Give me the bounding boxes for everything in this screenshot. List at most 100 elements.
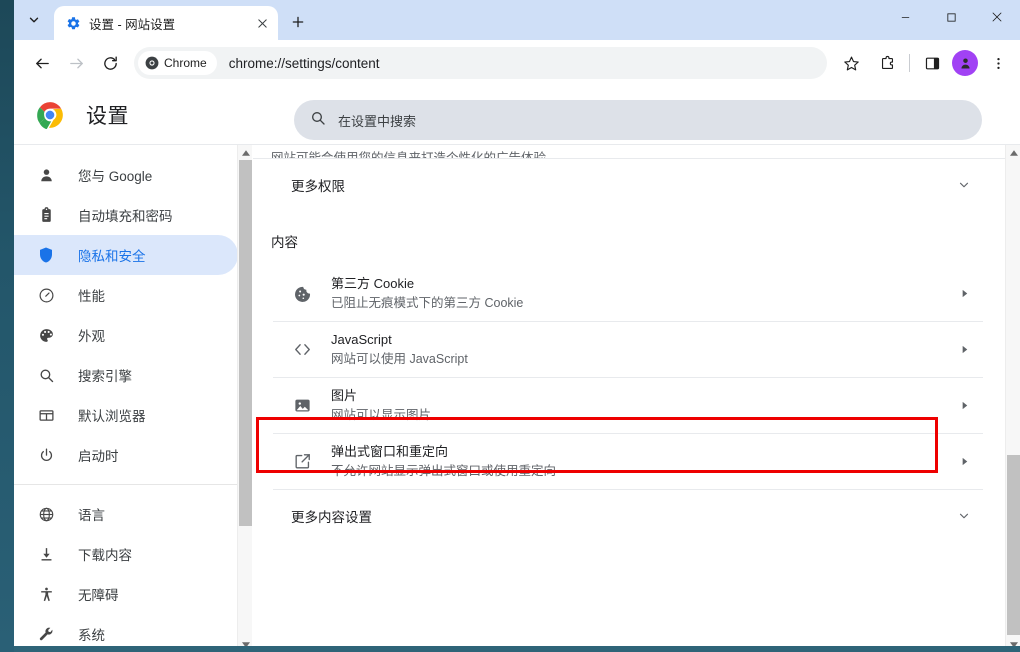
window-controls [882, 0, 1020, 34]
content-row-popups-redirects[interactable]: 弹出式窗口和重定向 不允许网站显示弹出式窗口或使用重定向 [273, 433, 983, 489]
person-icon [36, 165, 56, 185]
content-row-title: 图片 [331, 388, 358, 403]
main-scrollbar[interactable] [1005, 145, 1020, 646]
scroll-down-arrow[interactable] [238, 637, 252, 646]
sidebar-item-privacy-security[interactable]: 隐私和安全 [14, 235, 238, 275]
sidebar-divider [14, 484, 252, 485]
cookie-icon [291, 282, 313, 304]
settings-body: 您与 Google 自动填充和密码 隐私和安全 性能 外观 搜索引擎 默认浏览器… [14, 144, 1020, 646]
download-icon [36, 544, 56, 564]
content-row-javascript[interactable]: JavaScript 网站可以使用 JavaScript [273, 321, 983, 377]
content-row-third-party-cookies[interactable]: 第三方 Cookie 已阻止无痕模式下的第三方 Cookie [273, 265, 983, 321]
settings-search-input[interactable]: 在设置中搜索 [294, 100, 982, 140]
sidebar-item-autofill-passwords[interactable]: 自动填充和密码 [14, 195, 238, 235]
sidebar-item-label: 语言 [78, 508, 105, 523]
power-icon [36, 445, 56, 465]
side-panel-icon[interactable] [916, 47, 948, 79]
sidebar-item-system[interactable]: 系统 [14, 614, 238, 646]
content-settings-card: 第三方 Cookie 已阻止无痕模式下的第三方 Cookie JavaScrip… [273, 265, 983, 542]
sidebar-scrollbar-thumb[interactable] [239, 160, 252, 526]
image-icon [291, 395, 313, 417]
settings-main-content: 网站可能会使用您的信息来打造个性化的广告体验 更多权限 内容 第三方 Cooki… [252, 145, 1020, 646]
chrome-chip-icon [145, 56, 159, 70]
wrench-icon [36, 624, 56, 644]
chrome-chip-label: Chrome [164, 56, 207, 70]
content-row-subtitle: 网站可以显示图片 [331, 408, 432, 422]
browser-tab[interactable]: 设置 - 网站设置 [54, 6, 278, 40]
content-row-subtitle: 网站可以使用 JavaScript [331, 352, 468, 366]
sidebar-item-label: 启动时 [78, 449, 119, 464]
content-row-text: 第三方 Cookie 已阻止无痕模式下的第三方 Cookie [331, 275, 939, 312]
more-permissions-row[interactable]: 更多权限 [273, 159, 983, 211]
chrome-logo [36, 101, 64, 130]
sidebar-item-label: 您与 Google [78, 169, 153, 184]
back-arrow-icon[interactable] [26, 47, 58, 79]
chevron-right-icon[interactable] [957, 344, 971, 355]
sidebar-item-you-and-google[interactable]: 您与 Google [14, 155, 238, 195]
chrome-origin-chip: Chrome [138, 51, 217, 75]
tab-search-icon[interactable] [21, 7, 47, 33]
scroll-up-arrow[interactable] [1006, 145, 1020, 160]
content-section-heading: 内容 [271, 235, 298, 250]
sidebar-item-languages[interactable]: 语言 [14, 494, 238, 534]
sidebar-item-label: 隐私和安全 [78, 249, 146, 264]
scroll-up-arrow[interactable] [238, 145, 252, 160]
settings-sidebar: 您与 Google 自动填充和密码 隐私和安全 性能 外观 搜索引擎 默认浏览器… [14, 145, 252, 646]
clipped-previous-row: 网站可能会使用您的信息来打造个性化的广告体验 [253, 145, 1005, 159]
new-tab-button[interactable] [283, 7, 313, 37]
sidebar-item-label: 无障碍 [78, 588, 119, 603]
content-row-images[interactable]: 图片 网站可以显示图片 [273, 377, 983, 433]
profile-avatar[interactable] [952, 50, 978, 76]
content-row-title: JavaScript [331, 332, 392, 347]
more-permissions-card: 更多权限 [273, 159, 983, 211]
star-icon[interactable] [835, 47, 867, 79]
forward-arrow-icon[interactable] [60, 47, 92, 79]
sidebar-item-appearance[interactable]: 外观 [14, 315, 238, 355]
extensions-puzzle-icon[interactable] [871, 47, 903, 79]
settings-gear-icon [65, 15, 81, 31]
sidebar-item-accessibility[interactable]: 无障碍 [14, 574, 238, 614]
minimize-icon[interactable] [882, 0, 928, 34]
sidebar-item-label: 性能 [78, 289, 105, 304]
main-scrollbar-thumb[interactable] [1007, 455, 1020, 635]
globe-icon [36, 504, 56, 524]
content-row-text: 弹出式窗口和重定向 不允许网站显示弹出式窗口或使用重定向 [331, 443, 939, 480]
sidebar-scrollbar[interactable] [237, 145, 252, 646]
more-content-settings-label: 更多内容设置 [291, 510, 372, 525]
speedometer-icon [36, 285, 56, 305]
address-bar[interactable]: Chrome chrome://settings/content [134, 47, 827, 79]
toolbar-divider [909, 54, 910, 72]
tab-title: 设置 - 网站设置 [89, 17, 176, 32]
palette-icon [36, 325, 56, 345]
browser-window-icon [36, 405, 56, 425]
sidebar-item-default-browser[interactable]: 默认浏览器 [14, 395, 238, 435]
more-content-settings-row[interactable]: 更多内容设置 [273, 490, 983, 542]
search-icon [36, 365, 56, 385]
popup-redirect-icon [291, 451, 313, 473]
sidebar-item-label: 外观 [78, 329, 105, 344]
sidebar-item-on-startup[interactable]: 启动时 [14, 435, 238, 475]
sidebar-item-search-engine[interactable]: 搜索引擎 [14, 355, 238, 395]
sidebar-item-downloads[interactable]: 下载内容 [14, 534, 238, 574]
tab-close-icon[interactable] [252, 13, 272, 33]
sidebar-item-performance[interactable]: 性能 [14, 275, 238, 315]
chevron-down-icon[interactable] [957, 178, 971, 192]
more-permissions-label: 更多权限 [291, 179, 345, 194]
chevron-right-icon[interactable] [957, 456, 971, 467]
chevron-right-icon[interactable] [957, 288, 971, 299]
close-icon[interactable] [974, 0, 1020, 34]
browser-toolbar: Chrome chrome://settings/content [14, 40, 1020, 86]
maximize-icon[interactable] [928, 0, 974, 34]
code-brackets-icon [291, 339, 313, 361]
scroll-down-arrow[interactable] [1006, 637, 1020, 646]
reload-icon[interactable] [94, 47, 126, 79]
chevron-right-icon[interactable] [957, 400, 971, 411]
three-dot-menu-icon[interactable] [982, 47, 1014, 79]
content-row-text: JavaScript 网站可以使用 JavaScript [331, 331, 939, 368]
sidebar-item-label: 下载内容 [78, 548, 132, 563]
tab-search-container [14, 0, 54, 40]
content-row-title: 弹出式窗口和重定向 [331, 444, 449, 459]
settings-search-placeholder: 在设置中搜索 [338, 113, 417, 129]
chevron-down-icon[interactable] [957, 509, 971, 523]
page-title: 设置 [86, 105, 129, 128]
